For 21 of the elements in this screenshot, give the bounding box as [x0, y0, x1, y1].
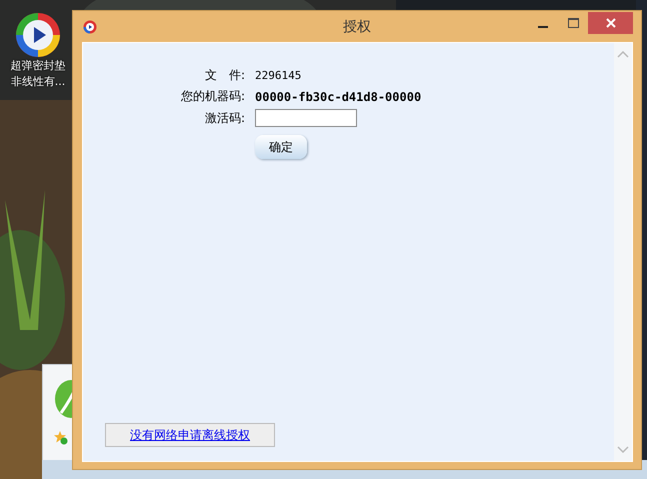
- confirm-button[interactable]: 确定: [255, 135, 307, 159]
- window-title: 授权: [343, 18, 371, 34]
- scrollbar[interactable]: [614, 43, 632, 461]
- scroll-down-icon[interactable]: [617, 446, 629, 453]
- add-favorite-icon[interactable]: [54, 431, 68, 445]
- field-label: 您的机器码:: [180, 88, 245, 105]
- media-player-icon[interactable]: [15, 12, 61, 58]
- scroll-up-icon[interactable]: [617, 51, 629, 58]
- close-button[interactable]: [588, 12, 633, 34]
- field-label: 激活码:: [204, 110, 245, 126]
- app-icon: [83, 20, 97, 34]
- close-icon: [606, 18, 616, 28]
- offline-authorization-link[interactable]: 没有网络申请离线授权: [105, 423, 275, 447]
- field-value: 00000-fb30c-d41d8-00000: [255, 90, 422, 104]
- field-label: 文 件:: [204, 67, 245, 84]
- minimize-icon: [538, 26, 548, 28]
- desktop-icon-label: 超弹密封垫: [10, 58, 66, 74]
- activation-code-field[interactable]: [255, 109, 357, 127]
- maximize-icon: [568, 18, 578, 28]
- field-value: 2296145: [255, 69, 302, 82]
- desktop-icon-label: 非线性有...: [10, 74, 66, 90]
